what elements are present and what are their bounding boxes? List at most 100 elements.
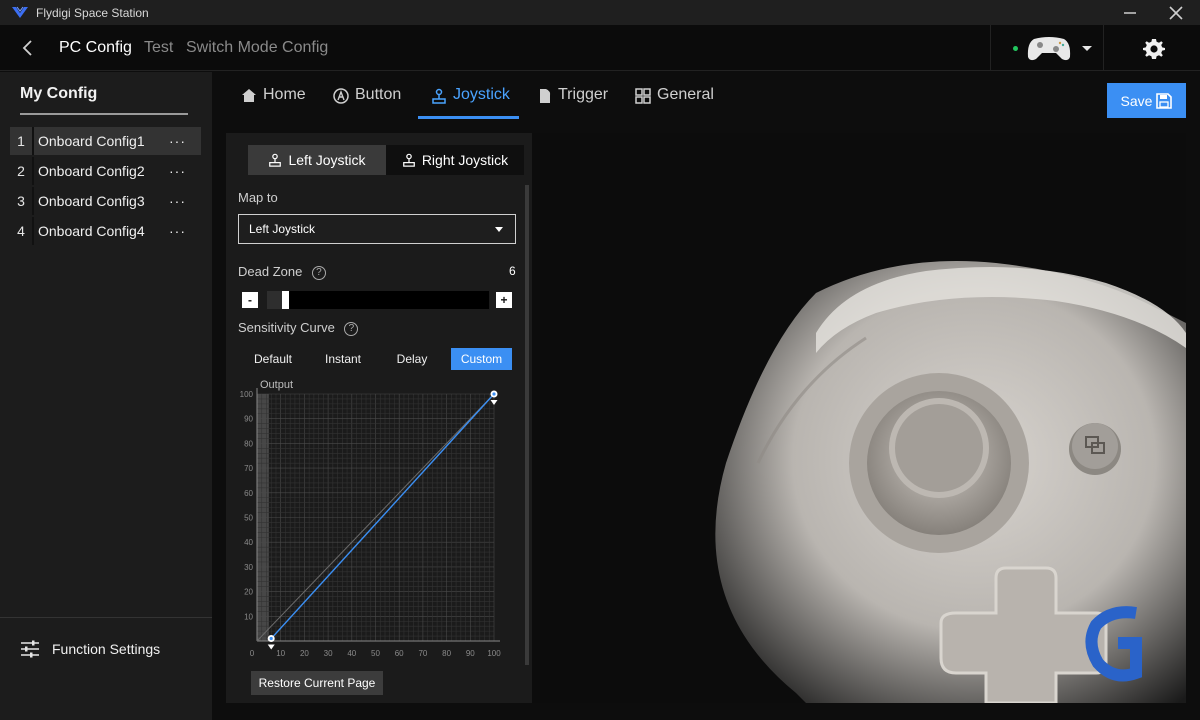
floppy-disk-icon [1156,92,1173,109]
tab-general[interactable]: General [635,86,714,120]
tab-pc-config[interactable]: PC Config [59,39,132,57]
map-to-select[interactable]: Left Joystick [238,214,516,244]
curve-control-point-center [492,392,496,396]
y-tick-label: 90 [244,415,253,424]
joystick-icon [402,153,415,167]
divider [32,217,34,245]
y-tick-label: 80 [244,439,253,448]
dead-zone-heading: Dead Zone ? [238,264,326,280]
connection-status-dot [1013,45,1018,51]
controller-preview-image [715,261,1186,703]
dead-zone-increase-button[interactable]: + [496,292,512,308]
divider [32,127,34,155]
joystick-icon [432,88,446,104]
panel-scrollbar[interactable] [525,185,529,665]
back-arrow-icon[interactable] [18,38,38,58]
x-tick-label: 70 [418,649,427,658]
tab-right-joystick[interactable]: Right Joystick [386,145,524,175]
tab-label: Right Joystick [421,152,509,168]
graph-curve [256,390,498,650]
sidebar-item-onboard-config3[interactable]: 3 Onboard Config3 ··· [10,187,201,215]
tab-label: Joystick [453,86,510,103]
app-title: Flydigi Space Station [36,5,149,20]
content-area: Left Joystick Right Joystick Map to Left… [226,133,1186,703]
y-tick-label: 50 [244,514,253,523]
chevron-down-icon [495,227,503,232]
tab-label: Left Joystick [288,152,366,168]
config-number: 3 [17,193,25,209]
config-number: 2 [17,163,25,179]
joystick-side-tabs: Left Joystick Right Joystick [248,145,525,175]
tab-left-joystick[interactable]: Left Joystick [248,145,386,175]
config-label: Onboard Config2 [38,163,145,179]
device-selector[interactable] [990,25,1104,71]
close-button[interactable] [1156,0,1196,25]
tab-home[interactable]: Home [241,86,306,120]
more-options-icon[interactable]: ··· [169,223,201,239]
sliders-icon [21,640,39,658]
help-icon[interactable]: ? [311,265,326,280]
joystick-settings-panel: Left Joystick Right Joystick Map to Left… [226,133,532,703]
dead-zone-decrease-button[interactable]: - [242,292,258,308]
y-tick-label: 20 [244,588,253,597]
restore-current-page-button[interactable]: Restore Current Page [251,671,383,695]
divider [32,187,34,215]
graph-y-axis-label: Output [260,379,293,391]
map-to-label: Map to [238,190,278,205]
x-tick-label: 20 [300,649,309,658]
y-tick-label: 70 [244,464,253,473]
sidebar-title-underline [20,113,188,115]
y-tick-label: 10 [244,612,253,621]
minimize-button[interactable] [1110,0,1150,25]
function-settings-button[interactable]: Function Settings [20,640,160,658]
curve-control-point-center [269,636,273,641]
trigger-icon [540,89,551,103]
chevron-down-icon [1082,45,1092,51]
a-button-icon [333,88,349,104]
sidebar-item-onboard-config1[interactable]: 1 Onboard Config1 ··· [10,127,201,155]
general-icon [635,88,651,104]
sensitivity-curve-graph[interactable]: Output 100 90 80 70 60 50 40 30 20 10 0 10 20 30 40 50… [236,376,522,668]
tab-test[interactable]: Test [144,39,173,57]
help-icon[interactable]: ? [344,321,359,336]
sidebar-title: My Config [20,85,98,102]
tab-button[interactable]: Button [333,86,401,120]
curve-option-delay[interactable]: Delay [381,348,443,370]
title-bar: Flydigi Space Station [0,0,1200,25]
divider [32,157,34,185]
curve-option-default[interactable]: Default [242,348,304,370]
sensitivity-label: Sensitivity Curve [238,320,335,335]
x-tick-label: 10 [276,649,285,658]
more-options-icon[interactable]: ··· [169,163,201,179]
sensitivity-heading: Sensitivity Curve ? [238,320,359,336]
dead-zone-slider[interactable] [267,291,489,309]
config-label: Onboard Config3 [38,193,145,209]
tab-switch-mode-config[interactable]: Switch Mode Config [186,39,328,57]
dead-zone-value: 6 [509,264,516,278]
curve-option-instant[interactable]: Instant [312,348,374,370]
gear-icon[interactable] [1142,37,1166,61]
active-tab-indicator [418,116,519,119]
controller-thumbnail-icon [1027,37,1071,61]
drag-handle-arrow [267,644,275,650]
header-bar: PC Config Test Switch Mode Config [0,25,1200,71]
divider [0,617,212,618]
sidebar-item-onboard-config2[interactable]: 2 Onboard Config2 ··· [10,157,201,185]
sidebar-item-onboard-config4[interactable]: 4 Onboard Config4 ··· [10,217,201,245]
more-options-icon[interactable]: ··· [169,133,201,149]
slider-fill [267,291,282,309]
slider-thumb[interactable] [282,291,289,309]
tab-joystick[interactable]: Joystick [431,86,510,120]
flydigi-logo-icon [12,6,28,18]
y-tick-label: 100 [240,390,254,399]
more-options-icon[interactable]: ··· [169,193,201,209]
dead-zone-label: Dead Zone [238,264,303,279]
save-button[interactable]: Save [1107,83,1186,118]
joystick-icon [269,153,282,167]
save-label: Save [1120,92,1153,109]
x-tick-label: 100 [487,649,501,658]
close-icon [1169,5,1183,20]
curve-option-custom[interactable]: Custom [451,348,512,370]
tab-trigger[interactable]: Trigger [538,86,608,120]
x-tick-label: 30 [324,649,333,658]
